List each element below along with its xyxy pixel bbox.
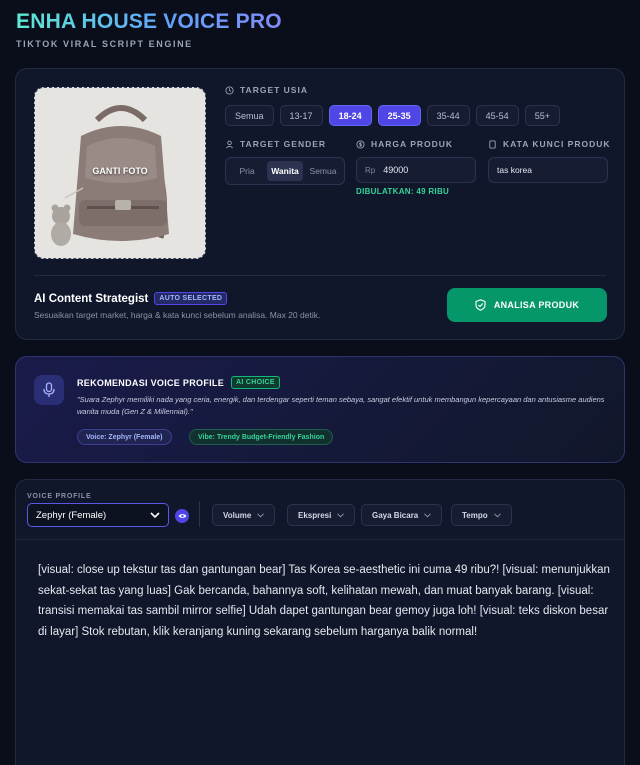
expression-label: Ekspresi	[298, 510, 332, 520]
target-gender-label: TARGET GENDER	[225, 139, 326, 149]
chevron-down-icon	[150, 512, 160, 518]
toolbar-divider	[199, 501, 200, 527]
volume-label: Volume	[223, 510, 252, 520]
price-rounded-hint: DIBULATKAN: 49 RIBU	[356, 187, 450, 196]
preview-voice-button[interactable]	[175, 509, 189, 523]
voice-recommendation-card: REKOMENDASI VOICE PROFILE AI CHOICE "Sua…	[15, 356, 625, 463]
target-age-label: TARGET USIA	[225, 85, 308, 95]
target-age-label-text: TARGET USIA	[240, 85, 308, 95]
voice-tag: Voice: Zephyr (Female)	[77, 429, 172, 445]
volume-dropdown[interactable]: Volume	[212, 504, 276, 526]
analyze-product-label: ANALISA PRODUK	[493, 300, 580, 310]
document-icon	[489, 139, 496, 149]
script-editor-card: VOICE PROFILE Zephyr (Female) Volume Eks…	[15, 479, 625, 765]
chevron-down-icon	[424, 512, 432, 518]
speaking-style-dropdown[interactable]: Gaya Bicara	[361, 504, 443, 526]
script-textarea[interactable]: [visual: close up tekstur tas dan gantun…	[38, 560, 618, 642]
price-input[interactable]: Rp 49000	[356, 157, 476, 183]
age-chip-semua[interactable]: Semua	[225, 105, 274, 126]
keyword-input[interactable]: tas korea	[488, 157, 608, 183]
age-chip-18-24[interactable]: 18-24	[328, 105, 372, 126]
strategist-description: Sesuaikan target market, harga & kata ku…	[34, 310, 321, 320]
divider	[34, 275, 606, 276]
app-title: ENHA HOUSE VOICE PRO	[16, 10, 282, 33]
keyword-label: KATA KUNCI PRODUK	[488, 139, 611, 149]
price-label: HARGA PRODUK	[356, 139, 453, 149]
age-selector: Semua 13-17 18-24 25-35 35-44 45-54 55+	[225, 105, 560, 126]
currency-prefix: Rp	[365, 165, 376, 175]
tempo-label: Tempo	[462, 510, 488, 520]
recommendation-heading: REKOMENDASI VOICE PROFILE AI CHOICE	[77, 376, 280, 389]
tempo-dropdown[interactable]: Tempo	[451, 504, 512, 526]
auto-selected-badge: AUTO SELECTED	[154, 292, 228, 305]
voice-profile-value: Zephyr (Female)	[36, 509, 107, 521]
chevron-down-icon	[493, 512, 501, 518]
product-settings-card: GANTI FOTO TARGET USIA Semua 13-17 18-24…	[15, 68, 625, 340]
app-subtitle: TIKTOK VIRAL SCRIPT ENGINE	[16, 39, 193, 49]
target-gender-label-text: TARGET GENDER	[240, 139, 327, 149]
user-icon	[226, 140, 233, 148]
strategist-heading: AI Content Strategist AUTO SELECTED	[34, 292, 228, 305]
analyze-product-button[interactable]: ANALISA PRODUK	[447, 288, 607, 322]
dollar-icon	[356, 139, 365, 149]
keyword-label-text: KATA KUNCI PRODUK	[503, 139, 611, 149]
speaking-style-label: Gaya Bicara	[372, 510, 419, 520]
shield-check-icon	[475, 299, 486, 311]
price-label-text: HARGA PRODUK	[371, 139, 454, 149]
chevron-down-icon	[337, 512, 345, 518]
change-photo-button[interactable]: GANTI FOTO	[35, 166, 205, 176]
age-chip-35-44[interactable]: 35-44	[426, 105, 470, 126]
age-chip-25-35[interactable]: 25-35	[377, 105, 421, 126]
gender-option-pria[interactable]: Pria	[229, 161, 265, 181]
expression-dropdown[interactable]: Ekspresi	[287, 504, 356, 526]
voice-profile-select[interactable]: Zephyr (Female)	[27, 503, 169, 527]
microphone-icon-box	[34, 375, 64, 405]
product-image[interactable]: GANTI FOTO	[34, 87, 206, 259]
recommendation-title: REKOMENDASI VOICE PROFILE	[77, 377, 225, 388]
gender-selector: Pria Wanita Semua	[225, 157, 345, 185]
editor-toolbar: VOICE PROFILE Zephyr (Female) Volume Eks…	[16, 480, 624, 540]
eye-icon	[178, 514, 186, 518]
age-chip-45-54[interactable]: 45-54	[475, 105, 519, 126]
clock-icon	[225, 85, 234, 95]
age-chip-55-plus[interactable]: 55+	[524, 105, 560, 126]
price-value: 49000	[383, 165, 409, 175]
gender-option-wanita[interactable]: Wanita	[267, 161, 303, 181]
voice-profile-label: VOICE PROFILE	[27, 493, 92, 500]
microphone-icon	[43, 382, 55, 397]
vibe-tag: Vibe: Trendy Budget-Friendly Fashion	[189, 429, 334, 445]
strategist-title: AI Content Strategist	[34, 292, 149, 305]
ai-choice-badge: AI CHOICE	[231, 376, 280, 389]
gender-option-semua[interactable]: Semua	[305, 161, 341, 181]
age-chip-13-17[interactable]: 13-17	[279, 105, 323, 126]
chevron-down-icon	[257, 512, 265, 518]
recommendation-quote: "Suara Zephyr memiliki nada yang ceria, …	[77, 395, 605, 416]
